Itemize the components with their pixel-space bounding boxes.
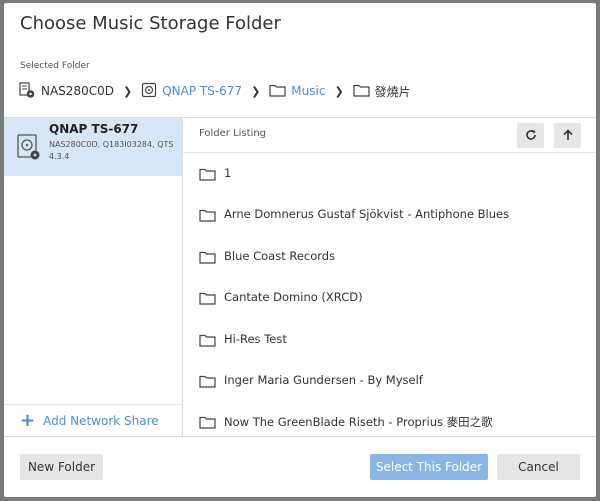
folder-icon <box>199 166 216 185</box>
folder-row[interactable]: Now The GreenBlade Riseth - Proprius 麥田之… <box>183 401 596 442</box>
folder-row[interactable]: Arne Domnerus Gustaf Sjökvist - Antiphon… <box>183 194 596 235</box>
selected-folder-label: Selected Folder <box>20 61 90 71</box>
refresh-button[interactable] <box>517 123 544 148</box>
folder-icon <box>199 332 216 351</box>
folder-name: Hi-Res Test <box>224 331 287 346</box>
folder-icon <box>199 249 216 268</box>
folder-icon <box>353 83 370 100</box>
folder-icon <box>199 414 216 433</box>
device-details: NAS280C0D, Q183I03284, QTS 4.3.4 <box>49 140 174 161</box>
folder-name: 1 <box>224 166 232 180</box>
drive-icon <box>141 82 157 101</box>
folder-listing: Folder Listing 1 Arne Domnerus Gustaf Sj… <box>183 118 596 436</box>
breadcrumb-current: 發燒片 <box>353 83 411 100</box>
folder-name: Arne Domnerus Gustaf Sjökvist - Antiphon… <box>224 207 510 222</box>
breadcrumb-label: 發燒片 <box>374 84 411 99</box>
refresh-icon <box>525 126 537 145</box>
chevron-right-icon: ❯ <box>251 84 261 98</box>
folder-name: Inger Maria Gundersen - By Myself <box>224 372 423 387</box>
add-network-share-button[interactable]: + Add Network Share <box>4 404 182 437</box>
folder-name: Blue Coast Records <box>224 248 336 263</box>
choose-folder-dialog: Choose Music Storage Folder Selected Fol… <box>4 3 596 497</box>
cancel-button[interactable]: Cancel <box>497 454 580 480</box>
folder-row[interactable]: Hi-Res Test <box>183 319 596 360</box>
parent-folder-button[interactable] <box>554 123 581 148</box>
folder-icon <box>199 373 216 392</box>
folder-row[interactable]: Cantate Domino (XRCD) <box>183 277 596 318</box>
device-item[interactable]: QNAP TS-677 NAS280C0D, Q183I03284, QTS 4… <box>4 118 182 176</box>
chevron-right-icon: ❯ <box>122 84 133 98</box>
folder-name: Cantate Domino (XRCD) <box>224 290 363 305</box>
folder-listing-header: Folder Listing <box>183 118 596 153</box>
folder-row[interactable]: Inger Maria Gundersen - By Myself <box>183 360 596 401</box>
breadcrumb-label: NAS280C0D <box>41 84 114 98</box>
folder-listing-title: Folder Listing <box>199 128 267 139</box>
new-folder-button[interactable]: New Folder <box>20 454 103 480</box>
select-folder-button[interactable]: Select This Folder <box>370 454 488 480</box>
plus-icon: + <box>20 410 36 431</box>
chevron-right-icon: ❯ <box>334 84 344 98</box>
nas-icon <box>18 81 36 102</box>
folder-icon <box>199 290 216 309</box>
arrow-up-icon <box>562 126 574 145</box>
device-sidebar: QNAP TS-677 NAS280C0D, Q183I03284, QTS 4… <box>4 118 183 436</box>
folder-icon <box>199 207 216 226</box>
breadcrumb-nas[interactable]: NAS280C0D <box>18 81 114 102</box>
nas-drive-icon <box>16 133 42 165</box>
device-name: QNAP TS-677 <box>49 122 139 136</box>
folder-name: Now The GreenBlade Riseth - Proprius 麥田之… <box>224 415 493 430</box>
browser-panel: QNAP TS-677 NAS280C0D, Q183I03284, QTS 4… <box>4 117 596 437</box>
dialog-title: Choose Music Storage Folder <box>20 13 281 34</box>
breadcrumb-label: QNAP TS-677 <box>162 84 243 98</box>
folder-icon <box>269 83 286 100</box>
breadcrumb: NAS280C0D ❯ QNAP TS-677 ❯ Music ❯ 發燒片 <box>18 80 411 102</box>
add-share-label: Add Network Share <box>43 414 159 428</box>
breadcrumb-music[interactable]: Music <box>269 83 325 100</box>
folder-row[interactable]: 1 <box>183 153 596 194</box>
breadcrumb-device[interactable]: QNAP TS-677 <box>141 82 242 101</box>
folder-row[interactable]: Blue Coast Records <box>183 236 596 277</box>
folder-list: 1 Arne Domnerus Gustaf Sjökvist - Antiph… <box>183 153 596 443</box>
breadcrumb-label: Music <box>291 84 326 98</box>
